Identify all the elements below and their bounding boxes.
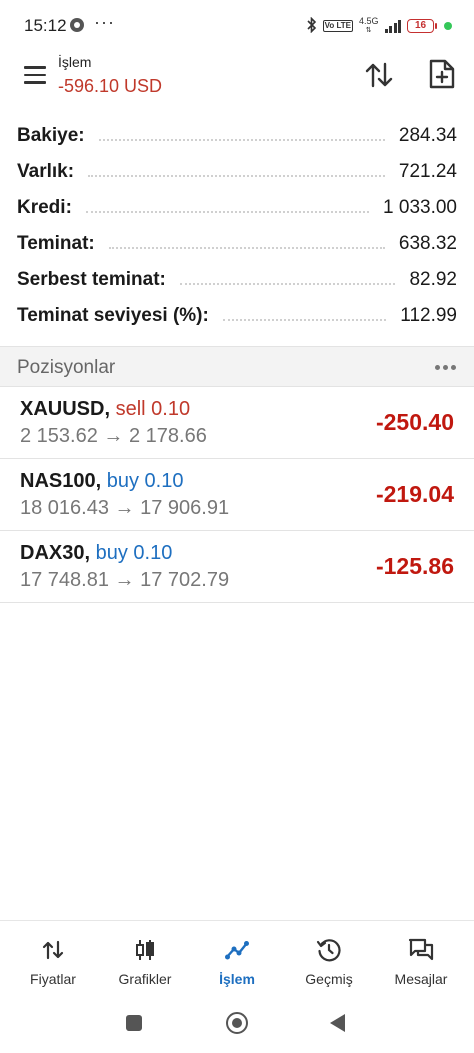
status-bar: 15:12 ··· Vo LTE 4.5G ⇅ 16 bbox=[0, 0, 474, 52]
tab-history[interactable]: Geçmiş bbox=[284, 937, 374, 987]
sort-arrows-icon[interactable] bbox=[364, 60, 394, 90]
position-side: sell 0.10 bbox=[115, 398, 191, 420]
summary-label: Teminat seviyesi (%): bbox=[17, 305, 217, 327]
system-navigation-bar bbox=[0, 998, 474, 1053]
summary-value: 721.24 bbox=[390, 161, 457, 183]
status-time: 15:12 bbox=[24, 16, 67, 35]
position-title: NAS100, buy 0.10 bbox=[20, 470, 183, 493]
dotted-leader bbox=[179, 283, 396, 285]
tab-label: Fiyatlar bbox=[30, 971, 76, 987]
data-arrows-icon: ⇅ bbox=[365, 27, 372, 34]
dotted-leader bbox=[222, 319, 387, 321]
positions-list: XAUUSD, sell 0.10 2 153.62 → 2 178.66 -2… bbox=[0, 387, 474, 603]
summary-label: Varlık: bbox=[17, 161, 83, 183]
status-icons: Vo LTE 4.5G ⇅ 16 bbox=[307, 16, 452, 36]
history-icon bbox=[316, 939, 341, 962]
candlestick-icon bbox=[136, 940, 154, 960]
page-title: İşlem bbox=[58, 54, 92, 70]
tab-trade[interactable]: İşlem bbox=[192, 937, 282, 987]
summary-value: 1 033.00 bbox=[375, 197, 457, 219]
position-side: buy 0.10 bbox=[95, 542, 173, 564]
position-prices: 18 016.43 → 17 906.91 bbox=[20, 497, 230, 519]
more-options-icon[interactable] bbox=[435, 365, 456, 370]
summary-value: 284.34 bbox=[390, 125, 457, 147]
home-button[interactable] bbox=[226, 1012, 248, 1034]
quotes-icon bbox=[42, 940, 64, 960]
position-symbol: NAS100, bbox=[20, 470, 102, 492]
dotted-leader bbox=[85, 211, 370, 213]
bluetooth-icon bbox=[307, 16, 317, 36]
signal-icon bbox=[384, 19, 401, 33]
new-order-icon[interactable] bbox=[428, 58, 456, 90]
summary-row-margin: Teminat: 638.32 bbox=[0, 226, 474, 262]
summary-label: Serbest teminat: bbox=[17, 269, 174, 291]
dotted-leader bbox=[88, 175, 385, 177]
trade-icon bbox=[225, 941, 249, 960]
positions-header: Pozisyonlar bbox=[0, 346, 474, 387]
position-profit: -250.40 bbox=[375, 409, 454, 435]
tab-label: Grafikler bbox=[118, 971, 172, 987]
position-title: XAUUSD, sell 0.10 bbox=[20, 398, 190, 421]
bottom-navigation: Fiyatlar Grafikler İşlem Geçmiş Mesajlar bbox=[0, 920, 474, 998]
account-summary: Bakiye: 284.34 Varlık: 721.24 Kredi: 1 0… bbox=[0, 118, 474, 334]
volte-icon: Vo LTE bbox=[322, 20, 353, 32]
tab-messages[interactable]: Mesajlar bbox=[376, 937, 466, 987]
app-header: İşlem -596.10 USD bbox=[0, 52, 474, 102]
summary-value: 112.99 bbox=[392, 305, 457, 327]
position-prices: 2 153.62 → 2 178.66 bbox=[20, 425, 207, 447]
summary-value: 82.92 bbox=[401, 269, 457, 291]
summary-row-free-margin: Serbest teminat: 82.92 bbox=[0, 262, 474, 298]
position-symbol: DAX30, bbox=[20, 542, 91, 564]
summary-row-balance: Bakiye: 284.34 bbox=[0, 118, 474, 154]
more-notifications-indicator: ··· bbox=[94, 12, 115, 32]
position-row[interactable]: NAS100, buy 0.10 18 016.43 → 17 906.91 -… bbox=[0, 459, 474, 531]
network-type: 4.5G ⇅ bbox=[359, 17, 379, 35]
chrome-notification-icon bbox=[70, 18, 84, 32]
summary-label: Bakiye: bbox=[17, 125, 93, 147]
position-title: DAX30, buy 0.10 bbox=[20, 542, 172, 565]
tab-label: İşlem bbox=[219, 971, 255, 987]
tab-label: Mesajlar bbox=[394, 971, 448, 987]
position-row[interactable]: DAX30, buy 0.10 17 748.81 → 17 702.79 -1… bbox=[0, 531, 474, 603]
positions-title: Pozisyonlar bbox=[17, 357, 116, 378]
profit-loss-total: -596.10 USD bbox=[58, 76, 163, 96]
position-row[interactable]: XAUUSD, sell 0.10 2 153.62 → 2 178.66 -2… bbox=[0, 387, 474, 459]
network-type-label: 4.5G bbox=[358, 16, 379, 26]
back-button[interactable] bbox=[330, 1014, 345, 1032]
summary-value: 638.32 bbox=[390, 233, 457, 255]
dotted-leader bbox=[98, 139, 385, 141]
tab-quotes[interactable]: Fiyatlar bbox=[8, 937, 98, 987]
battery-icon: 16 bbox=[407, 19, 437, 33]
privacy-indicator-dot bbox=[444, 22, 452, 30]
position-profit: -125.86 bbox=[375, 553, 454, 579]
hamburger-menu-icon[interactable] bbox=[24, 66, 46, 84]
recent-apps-button[interactable] bbox=[126, 1015, 142, 1031]
position-side: buy 0.10 bbox=[106, 470, 184, 492]
summary-row-margin-level: Teminat seviyesi (%): 112.99 bbox=[0, 298, 474, 334]
summary-label: Kredi: bbox=[17, 197, 80, 219]
position-profit: -219.04 bbox=[375, 481, 454, 507]
summary-row-equity: Varlık: 721.24 bbox=[0, 154, 474, 190]
summary-row-credit: Kredi: 1 033.00 bbox=[0, 190, 474, 226]
tab-label: Geçmiş bbox=[305, 971, 353, 987]
summary-label: Teminat: bbox=[17, 233, 103, 255]
dotted-leader bbox=[108, 247, 385, 249]
tab-charts[interactable]: Grafikler bbox=[100, 937, 190, 987]
position-prices: 17 748.81 → 17 702.79 bbox=[20, 569, 230, 591]
position-symbol: XAUUSD, bbox=[20, 398, 111, 420]
messages-icon bbox=[408, 938, 434, 961]
